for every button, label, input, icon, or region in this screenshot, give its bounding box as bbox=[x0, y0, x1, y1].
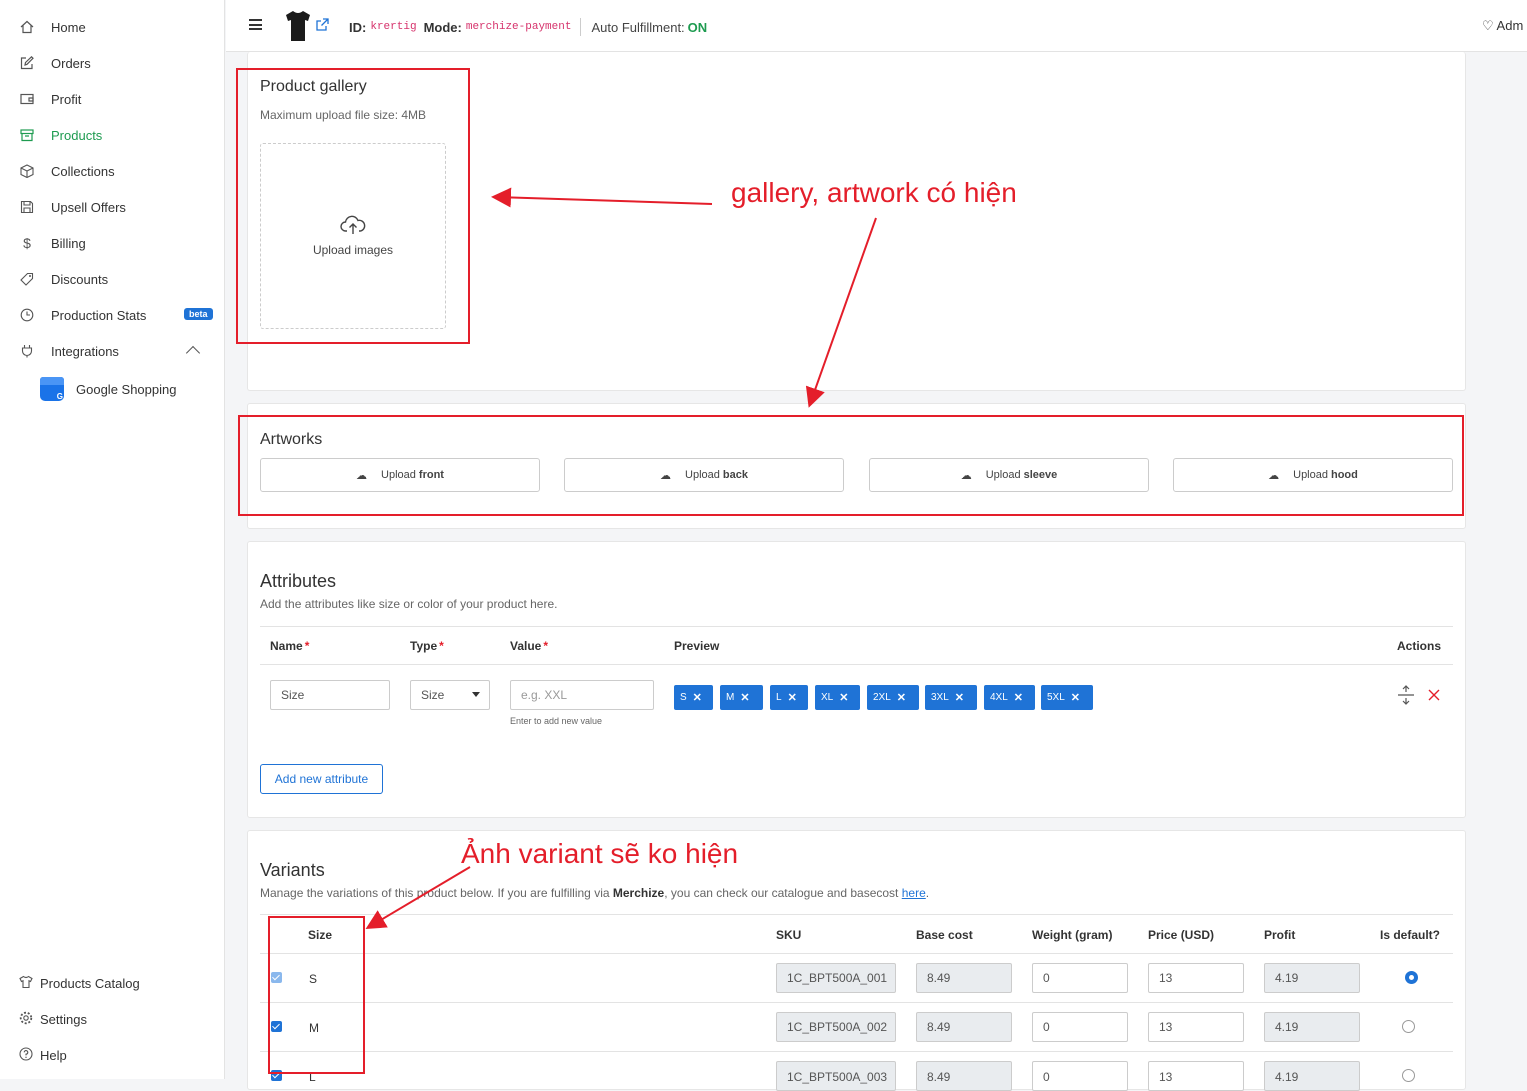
annotation-arrows bbox=[365, 187, 877, 930]
annotation-arrow bbox=[805, 217, 877, 408]
annotation-arrow bbox=[365, 866, 471, 930]
annotation-arrow bbox=[491, 187, 713, 208]
